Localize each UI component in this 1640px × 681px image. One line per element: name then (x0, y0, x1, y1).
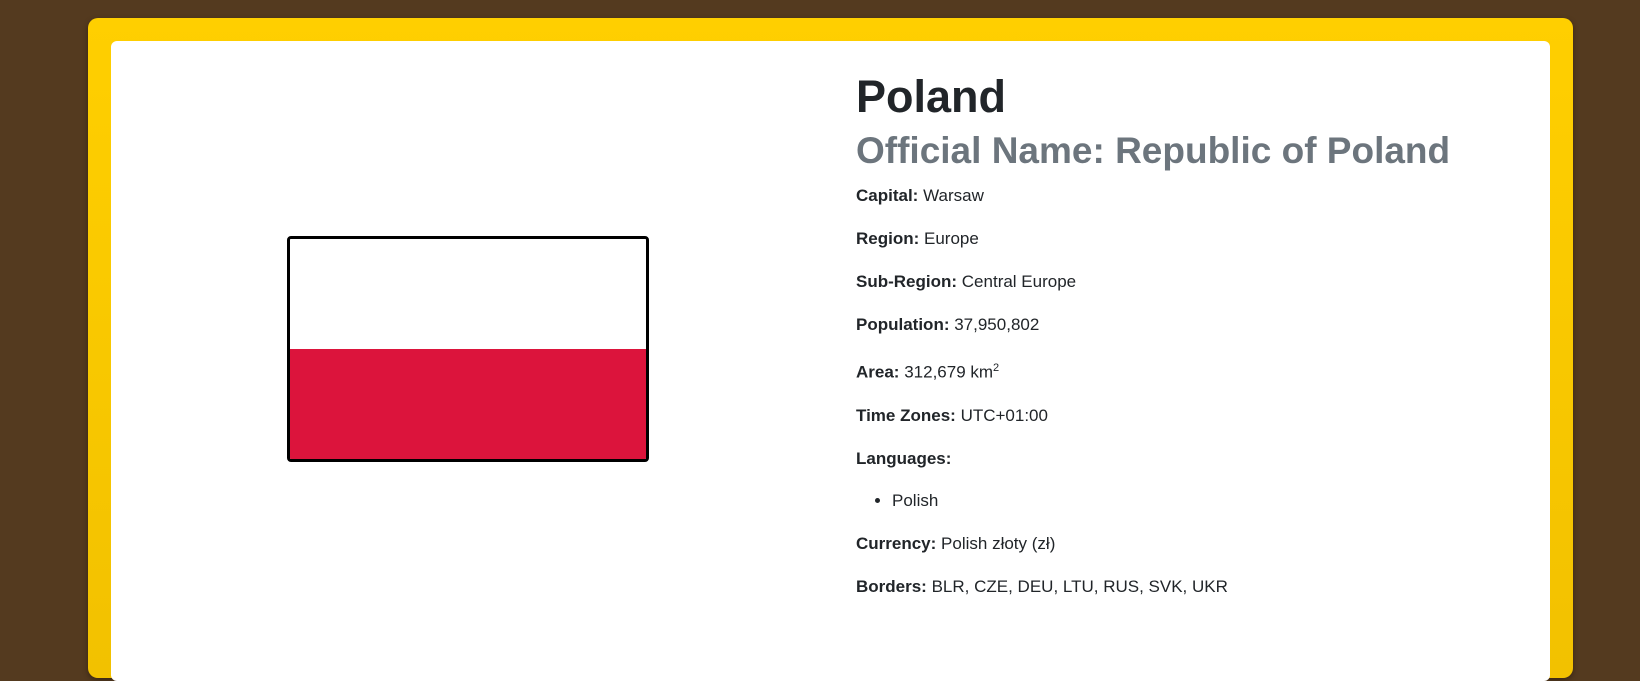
country-info: Poland Official Name: Republic of Poland… (856, 71, 1536, 598)
languages-label: Languages: (856, 448, 952, 468)
region-label: Region: (856, 229, 920, 248)
subregion-label: Sub-Region: (856, 272, 958, 291)
timezones-row: Time Zones: UTC+01:00 (856, 405, 1536, 427)
population-row: Population: 37,950,802 (856, 314, 1536, 336)
subregion-value: Central Europe (961, 272, 1077, 291)
borders-row: Borders: BLR, CZE, DEU, LTU, RUS, SVK, U… (856, 576, 1536, 598)
currency-row: Currency: Polish złoty (zł) (856, 533, 1536, 555)
timezones-label: Time Zones: (856, 405, 956, 425)
area-label: Area: (856, 362, 900, 382)
flag-top-stripe (290, 239, 646, 349)
borders-label: Borders: (856, 576, 927, 596)
timezones-value: UTC+01:00 (960, 405, 1048, 425)
country-card: Poland Official Name: Republic of Poland… (111, 41, 1550, 681)
currency-label: Currency: (856, 533, 937, 553)
population-value: 37,950,802 (954, 315, 1040, 334)
population-label: Population: (856, 315, 950, 334)
capital-label: Capital: (856, 186, 919, 205)
official-name: Official Name: Republic of Poland (856, 130, 1451, 171)
area-unit-superscript: 2 (993, 362, 1000, 374)
subregion-row: Sub-Region: Central Europe (856, 271, 1536, 293)
country-flag (287, 236, 649, 462)
languages-list: Polish (856, 490, 1536, 512)
region-value: Europe (924, 229, 979, 248)
country-card-frame: Poland Official Name: Republic of Poland… (88, 18, 1573, 681)
area-value: 312,679 km (904, 362, 994, 382)
capital-row: Capital: Warsaw (856, 185, 1536, 207)
area-row: Area: 312,679 km2 (856, 357, 1536, 384)
languages-row: Languages: (856, 448, 1536, 470)
country-name: Poland (856, 71, 1007, 122)
borders-value: BLR, CZE, DEU, LTU, RUS, SVK, UKR (931, 576, 1228, 596)
region-row: Region: Europe (856, 228, 1536, 250)
currency-value: Polish złoty (zł) (941, 533, 1056, 553)
language-item: Polish (892, 490, 1536, 512)
capital-value: Warsaw (923, 186, 984, 205)
flag-bottom-stripe (290, 349, 646, 459)
